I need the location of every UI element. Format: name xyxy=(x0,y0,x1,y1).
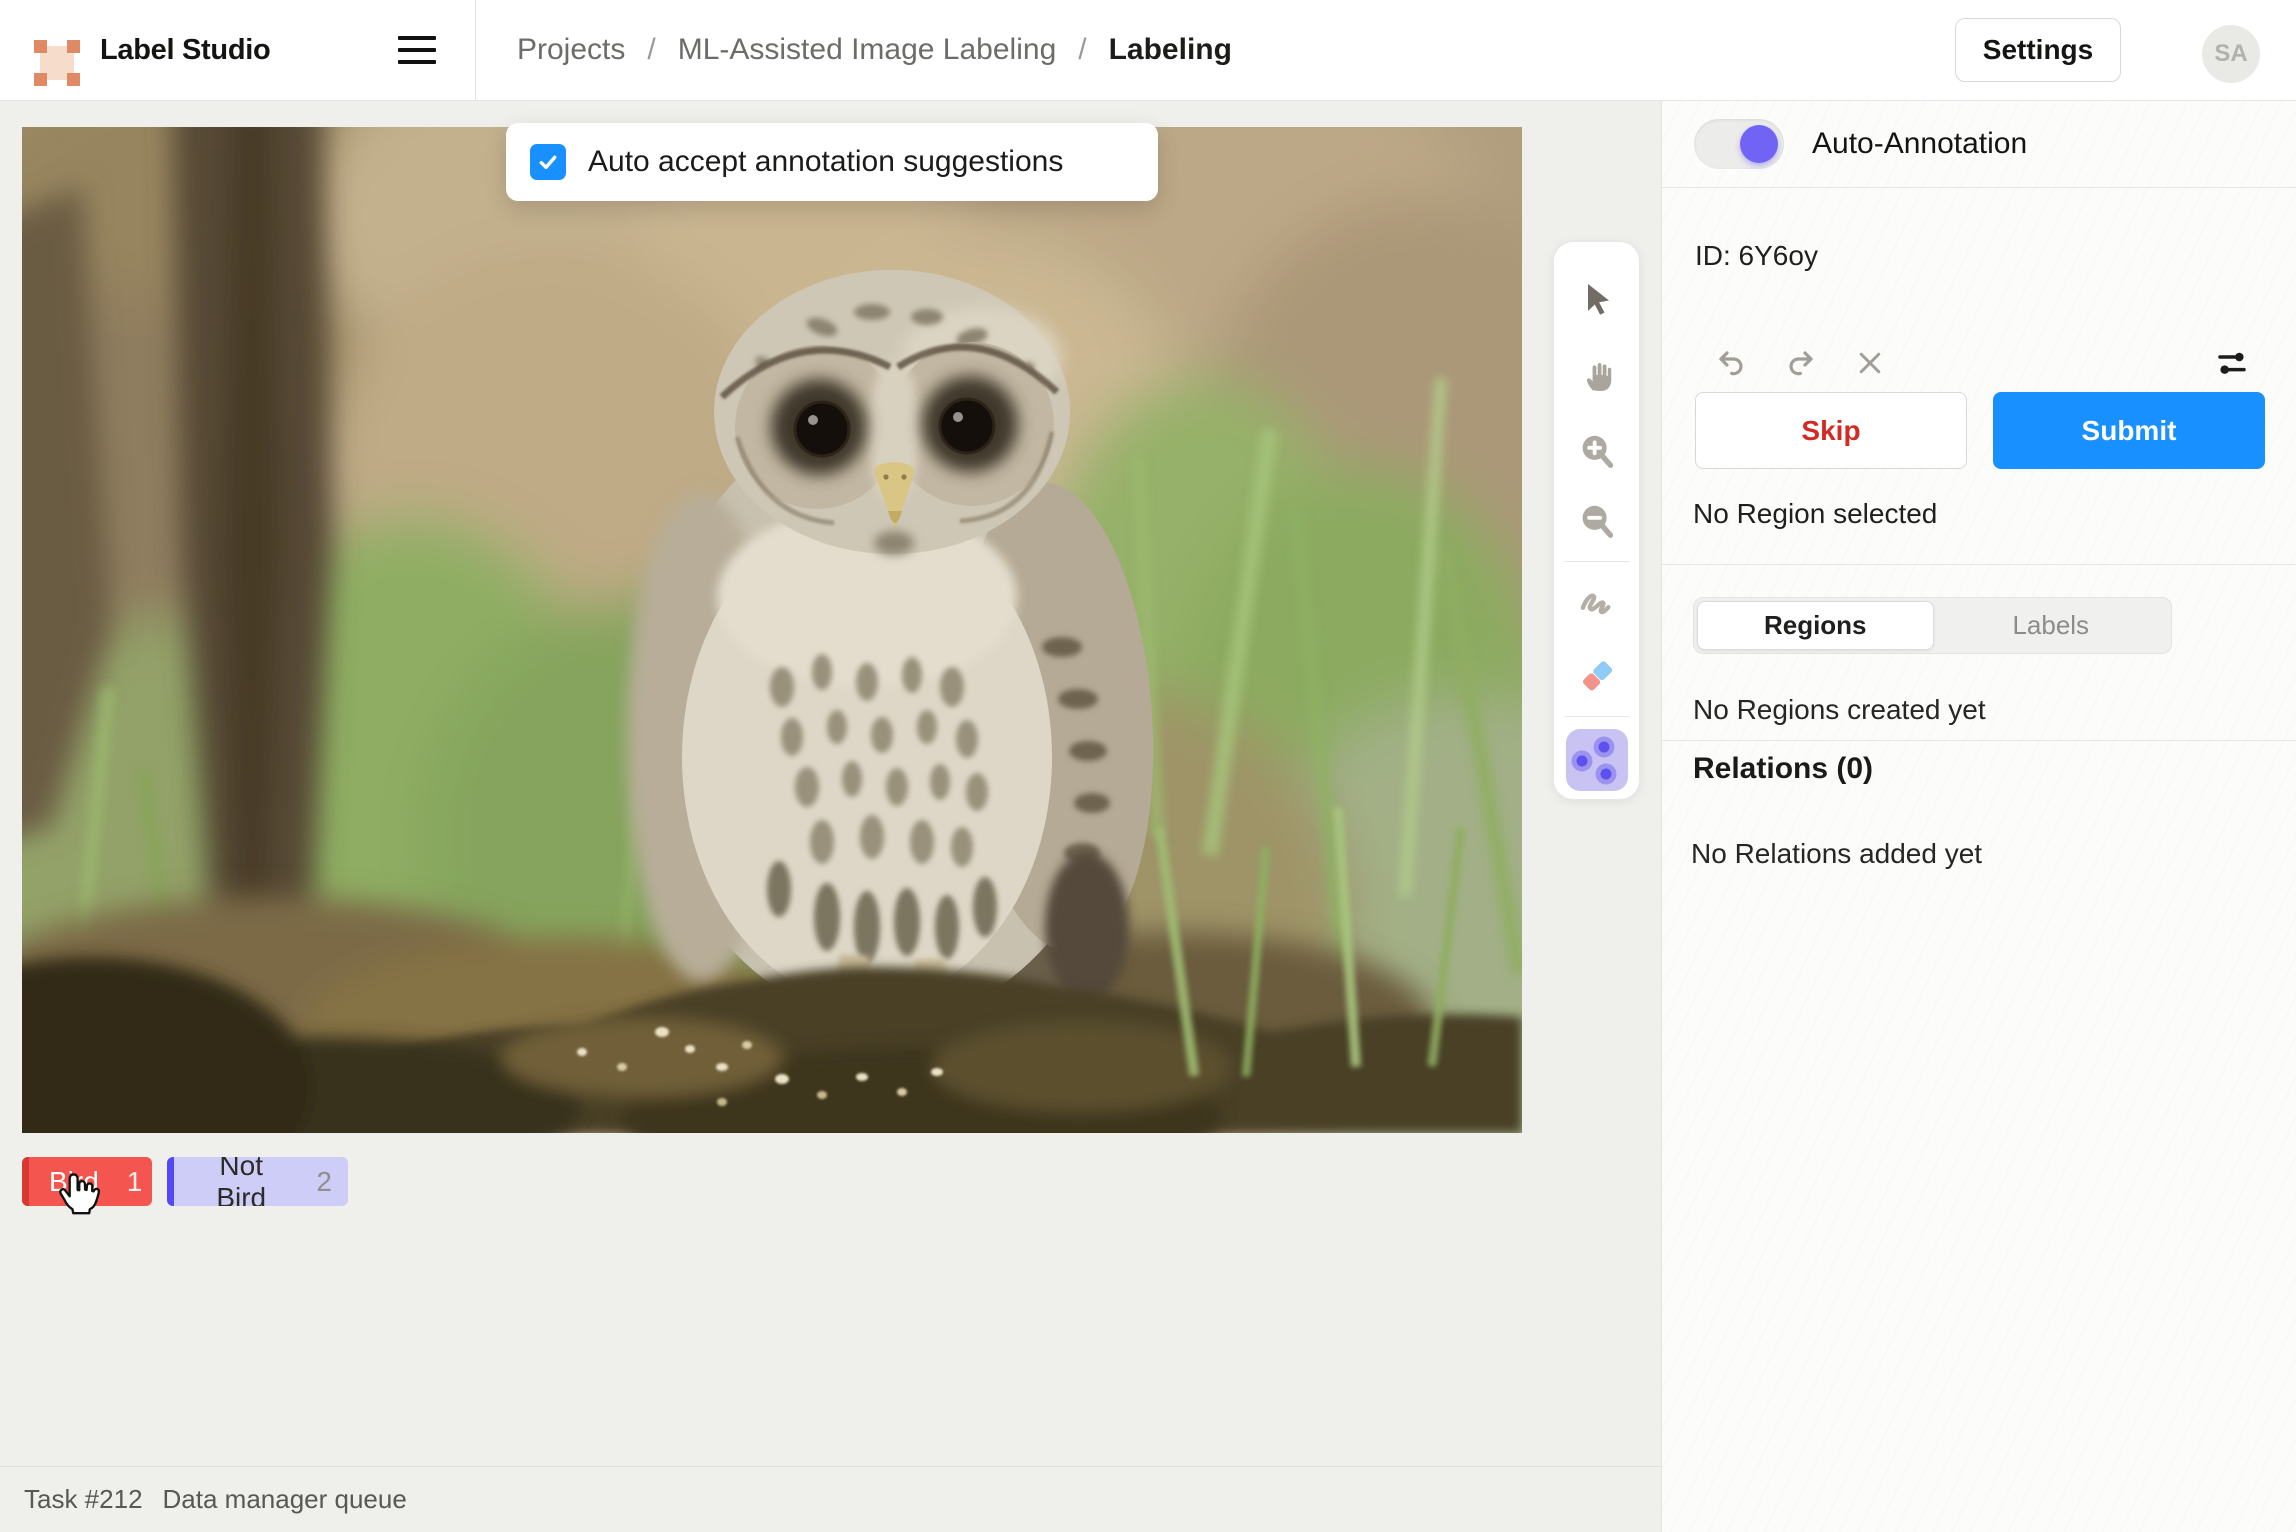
checkmark-icon xyxy=(536,150,560,174)
redo-button[interactable] xyxy=(1779,341,1823,385)
regions-labels-tabs: Regions Labels xyxy=(1693,597,2172,654)
skip-button[interactable]: Skip xyxy=(1695,392,1967,469)
close-icon xyxy=(1855,348,1885,378)
label-hotkey: 1 xyxy=(99,1166,152,1198)
view-settings-button[interactable] xyxy=(2210,341,2254,385)
auto-accept-card: Auto accept annotation suggestions xyxy=(506,123,1158,201)
label-button-not-bird[interactable]: Not Bird 2 xyxy=(167,1157,348,1206)
annotation-image[interactable] xyxy=(22,127,1522,1133)
toolbar-separator xyxy=(1564,561,1629,562)
label-text: Not Bird xyxy=(174,1157,288,1206)
brush-tool-button[interactable] xyxy=(1569,574,1625,630)
eraser-tool-button[interactable] xyxy=(1569,648,1625,704)
avatar[interactable]: SA xyxy=(2202,25,2260,83)
no-region-selected-text: No Region selected xyxy=(1693,498,1937,530)
reset-button[interactable] xyxy=(1848,341,1892,385)
header-divider xyxy=(475,0,476,100)
hand-icon xyxy=(1578,357,1616,395)
annotation-sidebar: Auto-Annotation ID: 6Y6oy Skip Submit No… xyxy=(1661,100,2296,1532)
label-button-bird[interactable]: Bird 1 xyxy=(22,1157,152,1206)
label-color-stripe xyxy=(22,1157,29,1206)
queue-name: Data manager queue xyxy=(163,1484,407,1515)
no-regions-text: No Regions created yet xyxy=(1693,694,1986,726)
breadcrumb: Projects / ML-Assisted Image Labeling / … xyxy=(517,0,1232,100)
menu-hamburger-icon[interactable] xyxy=(389,26,445,74)
auto-annotation-row: Auto-Annotation xyxy=(1662,100,2296,188)
app-header: Label Studio Projects / ML-Assisted Imag… xyxy=(0,0,2296,101)
task-status-bar: Task #212 Data manager queue xyxy=(0,1466,1661,1532)
tab-regions[interactable]: Regions xyxy=(1697,601,1934,650)
label-hotkey: 2 xyxy=(288,1166,348,1198)
label-color-stripe xyxy=(167,1157,174,1206)
sidebar-divider xyxy=(1662,564,2296,565)
brush-icon xyxy=(1577,582,1617,622)
submit-button[interactable]: Submit xyxy=(1993,392,2265,469)
image-toolbar xyxy=(1553,241,1640,800)
auto-annotation-toggle[interactable] xyxy=(1694,119,1784,169)
labeling-canvas: Auto accept annotation suggestions xyxy=(0,100,1661,1532)
toggle-knob xyxy=(1740,125,1778,163)
zoom-in-icon xyxy=(1578,432,1616,470)
label-text: Bird xyxy=(29,1166,99,1198)
undo-icon xyxy=(1715,347,1747,379)
brand-title: Label Studio xyxy=(100,0,270,100)
annotation-id: ID: 6Y6oy xyxy=(1695,240,1818,272)
zoom-out-tool-button[interactable] xyxy=(1569,493,1625,549)
zoom-out-icon xyxy=(1578,502,1616,540)
tab-labels[interactable]: Labels xyxy=(1934,601,2169,650)
breadcrumb-separator: / xyxy=(1078,33,1086,67)
toolbar-separator xyxy=(1564,716,1629,717)
sidebar-divider xyxy=(1662,740,2296,741)
settings-button[interactable]: Settings xyxy=(1955,18,2121,82)
label-studio-logo-icon[interactable] xyxy=(34,40,80,86)
breadcrumb-projects[interactable]: Projects xyxy=(517,33,625,67)
breadcrumb-current-labeling: Labeling xyxy=(1109,33,1232,67)
smart-magic-tool-button[interactable] xyxy=(1566,729,1628,791)
redo-icon xyxy=(1785,347,1817,379)
auto-accept-label: Auto accept annotation suggestions xyxy=(588,145,1063,179)
smart-magic-icon xyxy=(1566,729,1628,791)
relations-title: Relations (0) xyxy=(1693,752,1873,786)
cursor-tool-button[interactable] xyxy=(1569,271,1625,327)
breadcrumb-separator: / xyxy=(647,33,655,67)
cursor-icon xyxy=(1579,281,1615,317)
task-number: Task #212 xyxy=(24,1484,143,1515)
pan-tool-button[interactable] xyxy=(1569,348,1625,404)
eraser-icon xyxy=(1576,655,1618,697)
auto-accept-checkbox[interactable] xyxy=(530,144,566,180)
undo-button[interactable] xyxy=(1709,341,1753,385)
auto-annotation-label: Auto-Annotation xyxy=(1812,100,2027,187)
no-relations-text: No Relations added yet xyxy=(1691,838,1982,870)
sliders-icon xyxy=(2216,347,2248,379)
breadcrumb-project-name[interactable]: ML-Assisted Image Labeling xyxy=(678,33,1057,67)
zoom-in-tool-button[interactable] xyxy=(1569,423,1625,479)
